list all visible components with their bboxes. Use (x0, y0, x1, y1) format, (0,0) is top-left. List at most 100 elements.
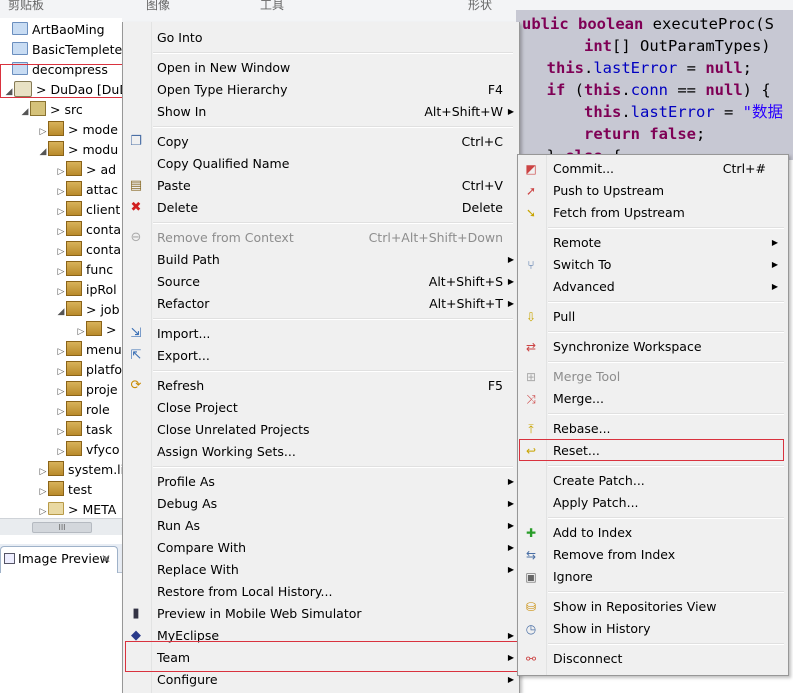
menu-item-open-type-hierarchy[interactable]: Open Type Hierarchy F4 (123, 79, 519, 101)
menu-item-go-into[interactable]: Go Into (123, 27, 519, 49)
tree-item[interactable]: ▷ > (76, 320, 116, 340)
menu-item-advanced[interactable]: Advanced ▶ (518, 276, 788, 298)
menu-item-export[interactable]: ⇱ Export... (123, 345, 519, 367)
tree-item[interactable]: ◢ > job (56, 300, 120, 320)
tree-item[interactable]: ▷ role (56, 400, 110, 420)
expanded-twisty-icon[interactable]: ◢ (4, 82, 14, 102)
menu-item-preview-in-mobile-web-simulator[interactable]: ▮ Preview in Mobile Web Simulator (123, 603, 519, 625)
menu-item-close-project[interactable]: Close Project (123, 397, 519, 419)
tree-item[interactable]: ▷ proje (56, 380, 118, 400)
collapsed-twisty-icon[interactable]: ▷ (56, 242, 66, 262)
menu-item-show-in[interactable]: Show In Alt+Shift+W ▶ (123, 101, 519, 123)
collapsed-twisty-icon[interactable]: ▷ (56, 382, 66, 402)
collapsed-twisty-icon[interactable]: ▷ (56, 202, 66, 222)
menu-item-refresh[interactable]: ⟳ Refresh F5 (123, 375, 519, 397)
menu-separator (548, 643, 784, 645)
tab-image-preview[interactable]: Image Preview ✕ (0, 546, 118, 573)
collapsed-twisty-icon[interactable]: ▷ (56, 402, 66, 422)
tree-item[interactable]: ▷ conta (56, 220, 121, 240)
tree-item[interactable]: decompress (12, 60, 108, 80)
menu-item-copy-qualified-name[interactable]: Copy Qualified Name (123, 153, 519, 175)
collapsed-twisty-icon[interactable]: ▷ (38, 122, 48, 142)
menu-item-create-patch[interactable]: Create Patch... (518, 470, 788, 492)
menu-item-add-to-index[interactable]: ✚ Add to Index (518, 522, 788, 544)
menu-item-replace-with[interactable]: Replace With ▶ (123, 559, 519, 581)
collapsed-twisty-icon[interactable]: ▷ (76, 322, 86, 342)
menu-item-paste[interactable]: ▤ Paste Ctrl+V (123, 175, 519, 197)
tree-item[interactable]: ▷ > ad (56, 160, 116, 180)
collapsed-twisty-icon[interactable]: ▷ (56, 422, 66, 442)
tree-item[interactable]: ▷ conta (56, 240, 121, 260)
menu-item-close-unrelated-projects[interactable]: Close Unrelated Projects (123, 419, 519, 441)
tree-item[interactable]: ▷ attac (56, 180, 118, 200)
menu-item-run-as[interactable]: Run As ▶ (123, 515, 519, 537)
menu-item-myeclipse[interactable]: ◆ MyEclipse ▶ (123, 625, 519, 647)
expanded-twisty-icon[interactable]: ◢ (56, 302, 66, 322)
menu-item-debug-as[interactable]: Debug As ▶ (123, 493, 519, 515)
menu-item-assign-working-sets[interactable]: Assign Working Sets... (123, 441, 519, 463)
close-icon[interactable]: ✕ (101, 547, 111, 571)
menu-item-build-path[interactable]: Build Path ▶ (123, 249, 519, 271)
menu-item-synchronize-workspace[interactable]: ⇄ Synchronize Workspace (518, 336, 788, 358)
menu-item-compare-with[interactable]: Compare With ▶ (123, 537, 519, 559)
menu-item-switch-to[interactable]: ⑂ Switch To ▶ (518, 254, 788, 276)
menu-item-reset[interactable]: ↩ Reset... (518, 440, 788, 462)
tree-item[interactable]: ▷ system.li (38, 460, 122, 480)
menu-item-commit[interactable]: ◩ Commit... Ctrl+# (518, 158, 788, 180)
collapsed-twisty-icon[interactable]: ▷ (56, 262, 66, 282)
code-editor[interactable]: ublic boolean executeProc(S int[] OutPar… (516, 10, 793, 170)
tree-item[interactable]: ◢ > modu (38, 140, 118, 160)
menu-item-delete[interactable]: ✖ Delete Delete (123, 197, 519, 219)
collapsed-twisty-icon[interactable]: ▷ (56, 442, 66, 462)
tree-item[interactable]: ▷ platfo (56, 360, 122, 380)
menu-item-merge[interactable]: ⤨ Merge... (518, 388, 788, 410)
tree-item[interactable]: ▷ > mode (38, 120, 118, 140)
menu-item-push-to-upstream[interactable]: ➚ Push to Upstream (518, 180, 788, 202)
menu-item-team[interactable]: Team ▶ (123, 647, 519, 669)
collapsed-twisty-icon[interactable]: ▷ (56, 162, 66, 182)
menu-item-profile-as[interactable]: Profile As ▶ (123, 471, 519, 493)
menu-item-import[interactable]: ⇲ Import... (123, 323, 519, 345)
explorer-horizontal-scrollbar[interactable]: III (0, 518, 122, 535)
tree-item[interactable]: ▷ ipRol (56, 280, 117, 300)
collapsed-twisty-icon[interactable]: ▷ (56, 282, 66, 302)
menu-item-remove-from-index[interactable]: ⇆ Remove from Index (518, 544, 788, 566)
tree-item[interactable]: ▷ task (56, 420, 112, 440)
collapsed-twisty-icon[interactable]: ▷ (56, 342, 66, 362)
tree-item[interactable]: ▷ func (56, 260, 113, 280)
expanded-twisty-icon[interactable]: ◢ (20, 102, 30, 122)
menu-item-rebase[interactable]: ⤒ Rebase... (518, 418, 788, 440)
menu-item-remote[interactable]: Remote ▶ (518, 232, 788, 254)
menu-item-apply-patch[interactable]: Apply Patch... (518, 492, 788, 514)
collapsed-twisty-icon[interactable]: ▷ (56, 222, 66, 242)
tree-item[interactable]: ArtBaoMing (12, 20, 105, 40)
menu-item-pull[interactable]: ⇩ Pull (518, 306, 788, 328)
menu-item-restore-from-local-history[interactable]: Restore from Local History... (123, 581, 519, 603)
tree-item[interactable]: ◢ > src (20, 100, 83, 120)
menu-item-configure[interactable]: Configure ▶ (123, 669, 519, 691)
menu-item-fetch-from-upstream[interactable]: ➘ Fetch from Upstream (518, 202, 788, 224)
collapsed-twisty-icon[interactable]: ▷ (38, 502, 48, 518)
collapsed-twisty-icon[interactable]: ▷ (56, 362, 66, 382)
tree-item[interactable]: ▷ client (56, 200, 120, 220)
tree-item[interactable]: ▷ test (38, 480, 92, 500)
collapsed-twisty-icon[interactable]: ▷ (38, 482, 48, 502)
tree-item[interactable]: ▷ vfyco (56, 440, 120, 460)
collapsed-twisty-icon[interactable]: ▷ (38, 462, 48, 482)
tree-item[interactable]: ▷ menu (56, 340, 122, 360)
tree-item[interactable]: ◢ > DuDao [DuDao (4, 80, 122, 100)
menu-item-disconnect[interactable]: ⚯ Disconnect (518, 648, 788, 670)
tree-item[interactable]: ▷ > META (38, 500, 116, 518)
package-explorer[interactable]: ArtBaoMing BasicTemplete decompress ◢ > DuDa… (0, 18, 122, 518)
menu-item-refactor[interactable]: Refactor Alt+Shift+T ▶ (123, 293, 519, 315)
menu-item-source[interactable]: Source Alt+Shift+S ▶ (123, 271, 519, 293)
menu-item-open-in-new-window[interactable]: Open in New Window (123, 57, 519, 79)
menu-item-copy[interactable]: ❐ Copy Ctrl+C (123, 131, 519, 153)
scrollbar-thumb[interactable]: III (32, 522, 92, 533)
collapsed-twisty-icon[interactable]: ▷ (56, 182, 66, 202)
tree-item[interactable]: BasicTemplete (12, 40, 122, 60)
menu-item-show-in-history[interactable]: ◷ Show in History (518, 618, 788, 640)
expanded-twisty-icon[interactable]: ◢ (38, 142, 48, 162)
menu-item-ignore[interactable]: ▣ Ignore (518, 566, 788, 588)
menu-item-show-in-repositories-view[interactable]: ⛁ Show in Repositories View (518, 596, 788, 618)
